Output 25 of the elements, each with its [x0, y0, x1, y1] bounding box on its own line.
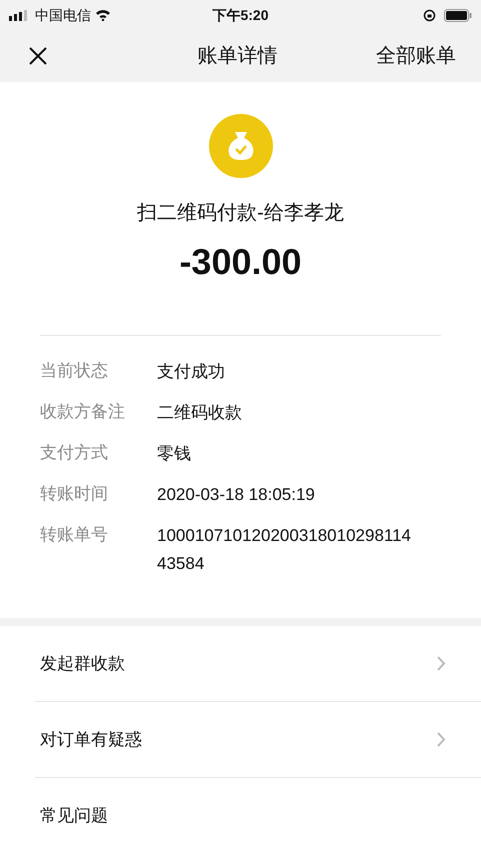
detail-label: 支付方式 — [40, 442, 109, 464]
menu-item[interactable]: 常见问题 — [35, 778, 446, 853]
chevron-icon — [437, 656, 446, 671]
detail-label: 转账单号 — [40, 524, 109, 546]
chevron-icon — [437, 732, 446, 747]
page-title: 账单详情 — [198, 44, 278, 69]
detail-value: 零钱 — [157, 443, 192, 465]
detail-label: 收款方备注 — [40, 401, 126, 423]
wifi-icon — [95, 9, 111, 21]
menu-item[interactable]: 对订单有疑惑 — [35, 702, 446, 777]
payment-title: 扫二维码付款-给李孝龙 — [137, 201, 344, 226]
detail-value: 二维码收款 — [157, 402, 243, 424]
detail-value: 2020-03-18 18:05:19 — [157, 484, 316, 506]
clock-time: 下午5:20 — [212, 6, 269, 24]
detail-value: 支付成功 — [157, 361, 226, 383]
menu-item[interactable]: 发起群收款 — [35, 626, 446, 701]
detail-value: 10001071012020031801029811443584 — [157, 525, 412, 575]
carrier-name: 中国电信 — [35, 6, 91, 24]
detail-label: 转账时间 — [40, 483, 109, 505]
detail-label: 当前状态 — [40, 360, 109, 382]
rotation-lock-icon — [423, 8, 436, 22]
battery-icon — [444, 8, 472, 22]
money-bag-icon — [208, 114, 272, 178]
payment-amount: -300.00 — [179, 240, 302, 284]
all-bills-link[interactable]: 全部账单 — [376, 41, 456, 71]
